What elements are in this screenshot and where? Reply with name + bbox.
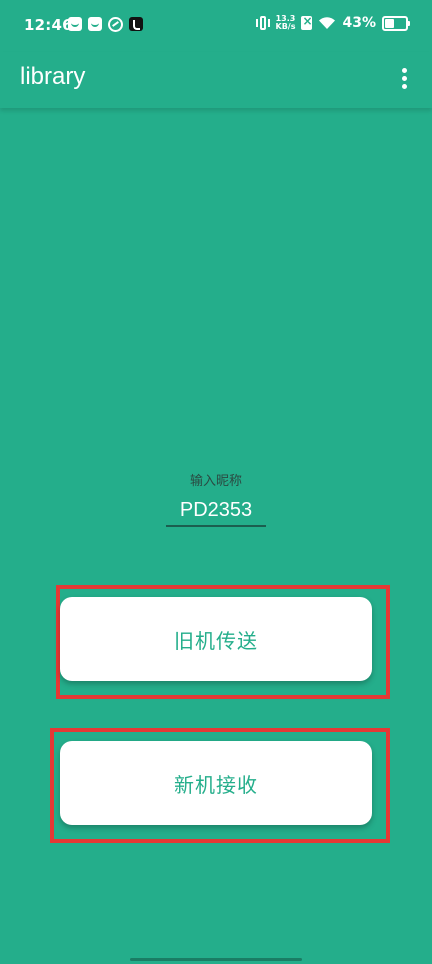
network-speed-unit: KB/s <box>275 22 296 31</box>
app-bar: library <box>0 52 432 108</box>
battery-fill <box>385 18 394 28</box>
more-vert-icon[interactable] <box>392 66 416 90</box>
network-speed: 13.3 KB/s <box>276 15 296 31</box>
status-time: 12:46 <box>24 16 73 34</box>
notification-icons <box>68 17 143 32</box>
menu-dot <box>401 83 407 89</box>
battery-icon <box>382 15 410 31</box>
app-title: library <box>20 63 86 90</box>
menu-dot <box>401 75 407 81</box>
mail-icon <box>88 17 102 31</box>
nickname-input[interactable] <box>166 495 266 527</box>
menu-dot <box>401 67 407 73</box>
status-right: 13.3 KB/s 43% <box>255 14 410 31</box>
old-device-send-button[interactable]: 旧机传送 <box>60 597 372 681</box>
sync-icon <box>108 17 123 32</box>
app-notification-icon <box>68 17 82 31</box>
home-indicator[interactable] <box>130 958 302 961</box>
status-bar: 12:46 13.3 KB/s 43% <box>0 0 432 52</box>
nickname-label: 输入昵称 <box>189 474 242 489</box>
tiktok-icon <box>129 17 143 31</box>
no-sim-icon <box>301 14 313 30</box>
battery-percent: 43% <box>342 15 376 31</box>
vibrate-icon <box>255 15 270 31</box>
wifi-icon <box>319 17 336 29</box>
new-device-receive-button[interactable]: 新机接收 <box>60 741 372 825</box>
